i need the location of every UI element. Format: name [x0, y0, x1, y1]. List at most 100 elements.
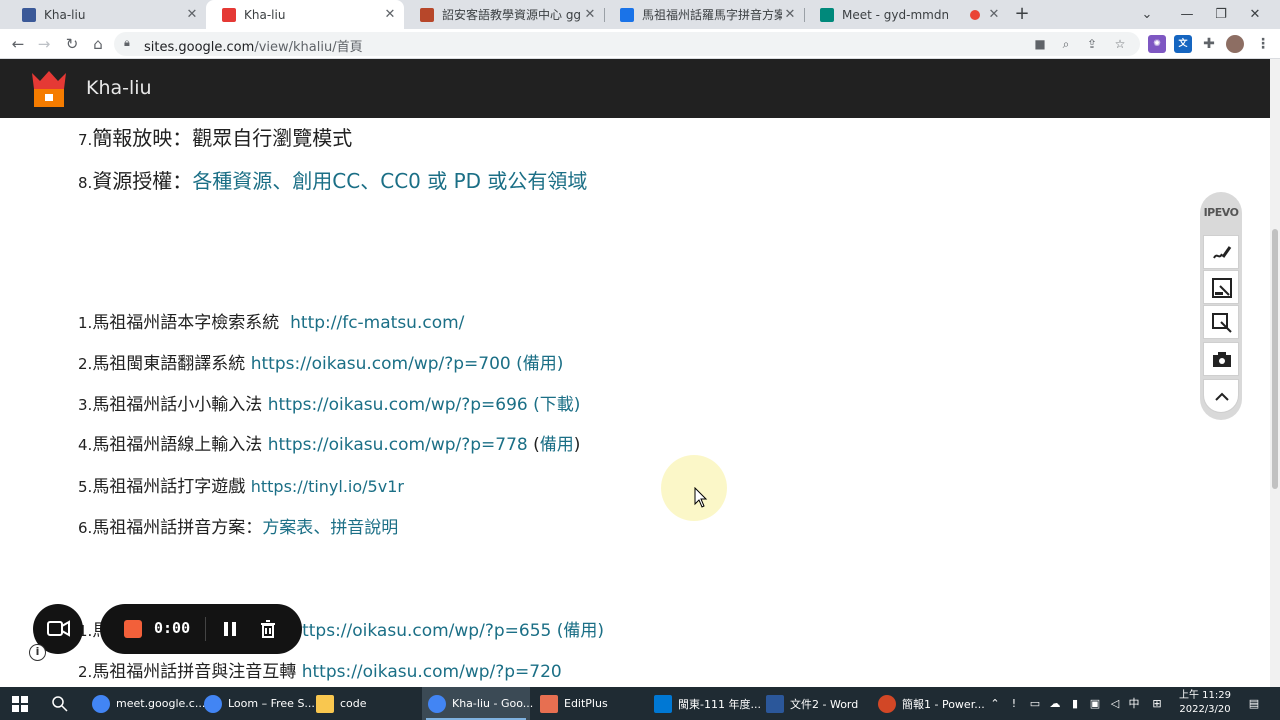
site-title[interactable]: Kha-liu — [86, 77, 152, 99]
item-text: 馬祖閩東語翻譯系統 — [92, 354, 246, 374]
crown-logo-icon[interactable] — [30, 69, 68, 109]
crown-favicon-icon — [222, 7, 236, 22]
close-tab-icon[interactable]: ✕ — [988, 7, 1000, 22]
tab-pdf[interactable]: 馬祖福州話羅馬字拼音方案2.pdf ✕ — [604, 0, 804, 29]
link-translation-system[interactable]: https://oikasu.com/wp/?p=700 (備用) — [251, 354, 564, 374]
link-fc-matsu[interactable]: http://fc-matsu.com/ — [290, 313, 464, 333]
new-tab-button[interactable]: + — [1012, 4, 1032, 24]
taskbar-code-folder[interactable]: code — [310, 687, 418, 720]
search-icon[interactable] — [52, 696, 68, 712]
system-clock[interactable]: 上午 11:29 2022/3/20 — [1172, 689, 1238, 717]
volume-icon[interactable]: ◁ — [1106, 687, 1124, 720]
chrome-menu-icon[interactable]: ⋮ — [1254, 35, 1272, 53]
document-app-icon — [654, 694, 672, 713]
camera-in-use-icon[interactable]: ■ — [1032, 36, 1048, 52]
link-backup[interactable]: 備用 — [540, 435, 574, 455]
taskbar-loom[interactable]: Loom – Free S... — [198, 687, 315, 720]
extensions-puzzle-icon[interactable]: ✚ — [1200, 35, 1218, 53]
reload-button[interactable]: ↻ — [62, 34, 82, 54]
close-tab-icon[interactable]: ✕ — [782, 7, 798, 22]
taskbar-meet[interactable]: meet.google.c... — [86, 687, 205, 720]
taskbar-document[interactable]: 閩東-111 年度... — [648, 687, 761, 720]
close-tab-icon[interactable]: ✕ — [582, 7, 598, 22]
item-number: 4. — [78, 436, 93, 454]
link-oikasu-720[interactable]: https://oikasu.com/wp/?p=720 — [302, 662, 562, 682]
profile-avatar[interactable] — [1226, 35, 1244, 53]
list-item: 8.資源授權：各種資源、創用CC、CC0 或 PD 或公有領域 — [78, 165, 587, 194]
item-number: 2. — [78, 663, 93, 681]
ime-indicator[interactable]: 中 — [1126, 687, 1142, 720]
snapshot-icon[interactable] — [1203, 305, 1239, 339]
link-typing-game[interactable]: https://tinyl.io/5v1r — [251, 477, 404, 496]
lock-icon[interactable]: 🔒︎ — [124, 36, 130, 50]
back-button[interactable]: ← — [8, 34, 28, 54]
list-item: 6.馬祖福州話拼音方案：方案表、拼音說明 — [78, 513, 398, 538]
item-text: 馬祖福州話拼音與注音互轉 — [92, 662, 297, 682]
taskbar-label: Kha-liu - Goo... — [452, 697, 534, 710]
share-icon[interactable]: ⇪ — [1084, 36, 1100, 52]
network-icon[interactable]: ▣ — [1086, 687, 1104, 720]
taskbar-editplus[interactable]: EditPlus — [534, 687, 642, 720]
link-online-input[interactable]: https://oikasu.com/wp/?p=778 — [268, 435, 528, 455]
list-item: 7.簡報放映：觀眾自行瀏覽模式 — [78, 122, 352, 151]
stop-recording-button[interactable] — [124, 620, 142, 638]
chrome-icon — [428, 694, 446, 713]
home-button[interactable]: ⌂ — [88, 34, 108, 54]
link-all-resources[interactable]: 各種資源 — [192, 169, 272, 193]
extension-colorful-icon[interactable]: ✺ — [1148, 35, 1166, 53]
tab-meet[interactable]: Meet - gyd-mmdn-spv — [804, 0, 954, 29]
capture-area-icon[interactable] — [1203, 270, 1239, 304]
tab-hakka-resources[interactable]: 詔安客語教學資源中心 gg.gg/oi ✕ — [404, 0, 604, 29]
show-hidden-icons-icon[interactable]: ⌃ — [986, 687, 1004, 720]
input-mode-icon[interactable]: ⊞ — [1148, 687, 1166, 720]
collapse-icon[interactable] — [1203, 379, 1239, 413]
list-item: 2.馬祖福州話拼音與注音互轉 https://oikasu.com/wp/?p=… — [78, 657, 562, 682]
url-path: /view/khaliu/首頁 — [254, 40, 363, 55]
list-item: 5.馬祖福州話打字遊戲 https://tinyl.io/5v1r — [78, 472, 404, 497]
taskbar-kha-liu[interactable]: Kha-liu - Goo... — [422, 687, 534, 720]
editplus-icon — [540, 694, 558, 713]
zoom-icon[interactable]: ⌕ — [1058, 36, 1074, 52]
bookmark-star-icon[interactable]: ☆ — [1112, 36, 1128, 52]
tab-kha-liu-active[interactable]: Kha-liu ✕ — [206, 0, 404, 29]
tab-recording[interactable]: ✕ — [954, 0, 1006, 29]
link-creative-commons[interactable]: 創用CC — [292, 169, 360, 193]
close-window-button[interactable]: ✕ — [1232, 0, 1278, 29]
notifications-icon[interactable]: ▤ — [1244, 687, 1264, 720]
link-oikasu-655[interactable]: https://oikasu.com/wp/?p=655 (備用) — [291, 621, 604, 641]
alert-icon[interactable]: ! — [1008, 687, 1020, 720]
item-text: 資源授權： — [92, 169, 193, 193]
taskbar-label: Loom – Free S... — [228, 697, 315, 710]
address-bar[interactable]: 🔒︎ sites.google.com/view/khaliu/首頁 ■ ⌕ ⇪… — [114, 32, 1140, 56]
link-cc0-public-domain[interactable]: CC0 或 PD 或公有領域 — [380, 169, 587, 193]
paren-open: ( — [527, 435, 540, 455]
tab-kha-liu-1[interactable]: Kha-liu ✕ — [6, 0, 206, 29]
separator: 、 — [272, 169, 293, 193]
close-tab-icon[interactable]: ✕ — [382, 7, 398, 22]
close-tab-icon[interactable]: ✕ — [184, 7, 200, 22]
chat-icon[interactable]: ▭ — [1026, 687, 1044, 720]
pause-icon[interactable] — [220, 619, 240, 639]
onedrive-icon[interactable]: ☁ — [1046, 687, 1064, 720]
trash-icon[interactable] — [258, 619, 278, 639]
forward-button[interactable]: → — [34, 34, 54, 54]
taskbar-label: 文件2 - Word — [790, 697, 859, 711]
info-icon[interactable]: i — [29, 644, 46, 661]
link-pinyin-explanation[interactable]: 拼音說明 — [330, 518, 398, 538]
drive-favicon-icon — [620, 7, 634, 22]
link-scheme-table[interactable]: 方案表 — [262, 518, 313, 538]
link-input-method-download[interactable]: https://oikasu.com/wp/?p=696 (下載) — [268, 395, 581, 415]
scrollbar-thumb[interactable] — [1272, 229, 1278, 489]
taskbar-word[interactable]: 文件2 - Word — [760, 687, 868, 720]
tab-title: Meet - gyd-mmdn-spv — [842, 7, 948, 22]
extension-translate-icon[interactable]: 文 — [1174, 35, 1192, 53]
ipevo-logo: IPEVO — [1203, 206, 1239, 219]
windows-start-icon[interactable] — [12, 696, 28, 712]
camera-icon[interactable] — [1203, 342, 1239, 376]
microphone-icon[interactable]: ▮ — [1066, 687, 1084, 720]
annotate-icon[interactable] — [1203, 235, 1239, 269]
item-text: 馬祖福州話拼音方案： — [92, 518, 263, 538]
page-scrollbar[interactable] — [1270, 59, 1280, 687]
taskbar-powerpoint[interactable]: 簡報1 - Power... — [872, 687, 985, 720]
item-number: 5. — [78, 478, 93, 496]
